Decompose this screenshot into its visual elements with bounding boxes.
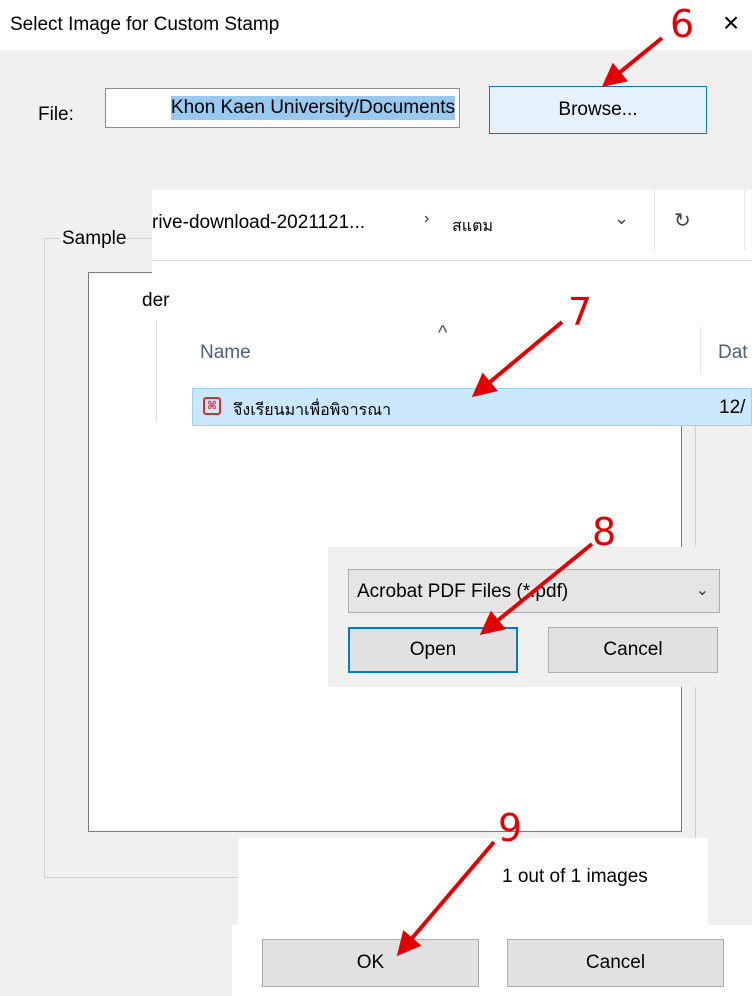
step-6-arrow xyxy=(601,36,664,88)
step-7-arrow xyxy=(471,320,564,398)
step-8-arrow xyxy=(479,542,594,636)
step-9-arrow xyxy=(396,840,496,957)
annotation-arrows xyxy=(396,36,664,957)
